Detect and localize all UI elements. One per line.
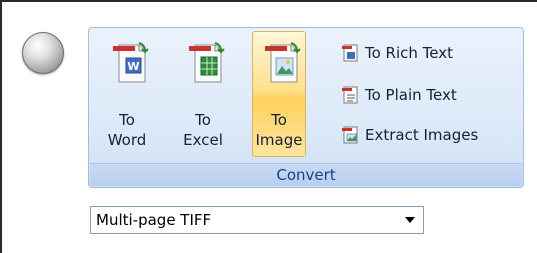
rich-text-icon	[342, 44, 358, 62]
to-plain-text-label: To Plain Text	[365, 86, 457, 104]
convert-ribbon-group: W To Word To Excel To Image To Rich Text…	[88, 27, 524, 188]
to-image-label-line2: Image	[255, 131, 303, 149]
to-excel-button[interactable]: To Excel	[176, 31, 230, 157]
chevron-down-icon	[405, 217, 415, 223]
to-excel-label-line1: To	[195, 111, 211, 129]
to-image-label-line1: To	[271, 111, 287, 129]
to-word-label-line2: Word	[107, 131, 147, 149]
extract-images-label: Extract Images	[365, 126, 479, 144]
extract-images-button[interactable]: Extract Images	[339, 120, 521, 150]
extract-images-icon	[342, 126, 358, 144]
to-rich-text-button[interactable]: To Rich Text	[339, 38, 521, 68]
application-button[interactable]	[22, 32, 64, 74]
to-image-button[interactable]: To Image	[252, 31, 306, 157]
to-word-label-line1: To	[119, 111, 135, 129]
excel-document-icon	[189, 42, 225, 83]
to-rich-text-label: To Rich Text	[365, 44, 454, 62]
plain-text-icon	[342, 86, 358, 104]
output-format-select[interactable]: Multi-page TIFF	[90, 206, 424, 234]
svg-text:W: W	[127, 60, 139, 73]
convert-group-label: Convert	[90, 163, 522, 186]
to-word-button[interactable]: W To Word	[100, 31, 154, 157]
to-excel-label-line2: Excel	[183, 131, 223, 149]
to-plain-text-button[interactable]: To Plain Text	[339, 80, 521, 110]
image-document-icon	[265, 42, 301, 83]
output-format-value: Multi-page TIFF	[96, 211, 212, 229]
word-document-icon: W	[113, 42, 149, 83]
application-window: W To Word To Excel To Image To Rich Text…	[0, 0, 537, 253]
